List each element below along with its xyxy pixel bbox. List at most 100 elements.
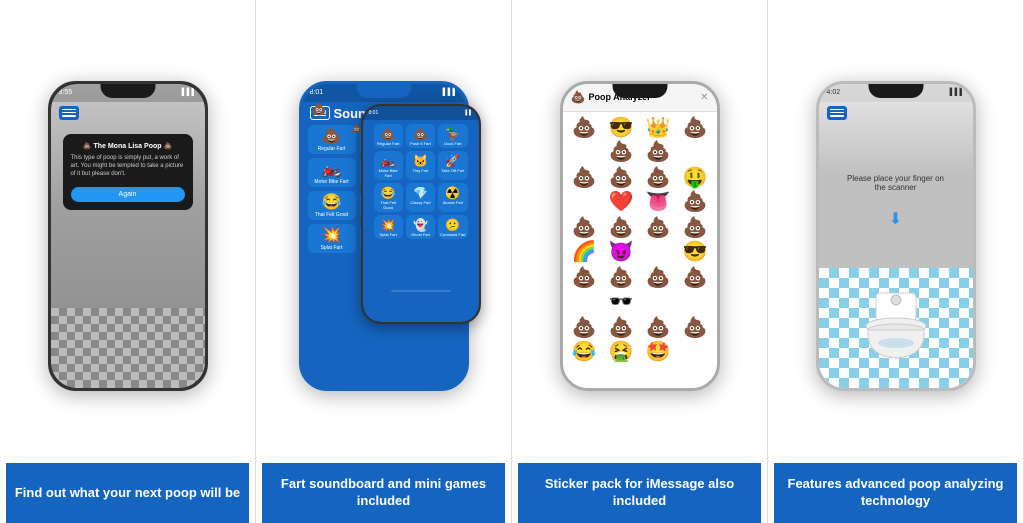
sticker-item[interactable]: 👑💩 <box>641 116 676 164</box>
phone-screen-3: 💩 Poop Analyzer ✕ 💩😎💩👑💩💩💩💩❤️💩👅🤑💩💩🌈💩😈💩💩😎💩… <box>563 84 717 388</box>
screen4-background: 4:02 ▌▌▌ Please place your finger on the… <box>819 84 973 388</box>
sticker-item[interactable]: 💩❤️ <box>604 166 639 214</box>
sound-label: Regular Fart <box>318 146 346 152</box>
phone-notch-2 <box>356 84 411 98</box>
sticker-item[interactable]: 💩😂 <box>567 316 602 364</box>
sound-item[interactable]: 🏍️Motor Bike Fart <box>308 158 356 187</box>
sound-label-2: Take Off Fart <box>441 168 464 173</box>
battery-1: ▌▌▌ <box>182 89 197 96</box>
time-1: 3:55 <box>59 89 73 96</box>
sticker-item[interactable]: 💩 <box>678 116 713 164</box>
sound-emoji-2: 👻 <box>413 219 428 231</box>
sound-label: Splat Fart <box>321 245 343 251</box>
caption-text-1: Find out what your next poop will be <box>15 485 240 502</box>
caption-text-2: Fart soundboard and mini games included <box>270 476 497 510</box>
sound-item-2[interactable]: 🏍️Motor Bike Fart <box>374 151 403 180</box>
sound-label-2: That Felt Good <box>376 200 401 210</box>
sound-emoji-2: 💎 <box>413 187 428 199</box>
sticker-item[interactable]: 💩👅 <box>641 166 676 214</box>
time-2: 8:01 <box>310 89 324 96</box>
sound-item[interactable]: 💥Splat Fart <box>308 224 356 253</box>
sound-item-2[interactable]: 😂That Felt Good <box>374 183 403 212</box>
sound-label-2: Confused Fart <box>440 232 465 237</box>
sound-emoji: 🏍️ <box>322 162 342 178</box>
sticker-item[interactable]: 💩 <box>641 266 676 314</box>
caption-text-3: Sticker pack for iMessage also included <box>526 476 753 510</box>
sticker-item[interactable]: 💩🌈 <box>567 216 602 264</box>
poop-float-3: 💩 <box>352 124 362 133</box>
phone-1: 3:55 ▌▌▌ 💩 The Mona Lisa Poop 💩 This typ… <box>48 81 208 391</box>
sticker-item[interactable]: 💩 <box>678 316 713 364</box>
phone-screen-1: 3:55 ▌▌▌ 💩 The Mona Lisa Poop 💩 This typ… <box>51 84 205 388</box>
sound-emoji: 😂 <box>322 195 342 211</box>
sticker-item[interactable]: 💩 <box>567 116 602 164</box>
phone-screen-4: 4:02 ▌▌▌ Please place your finger on the… <box>819 84 973 388</box>
sticker-item[interactable]: 😎💩 <box>604 116 639 164</box>
sound-item-2[interactable]: 💥Splat Fart <box>374 215 403 239</box>
screen4-header <box>819 102 973 124</box>
sound-label-2: Duck Fart <box>444 141 461 146</box>
toilet-image <box>846 288 946 368</box>
sound-label-2: Atomic Fart <box>443 200 463 205</box>
phone-wrapper-3: 💩 Poop Analyzer ✕ 💩😎💩👑💩💩💩💩❤️💩👅🤑💩💩🌈💩😈💩💩😎💩… <box>518 8 761 463</box>
sound-emoji-2: 😕 <box>445 219 460 231</box>
sound-label: Motor Bike Fart <box>314 179 348 185</box>
sound-label-2: Push It Fart <box>410 141 431 146</box>
sound-emoji-2: ☢️ <box>445 187 460 199</box>
battery-4: ▌▌▌ <box>950 89 965 96</box>
screen1-header <box>51 102 205 124</box>
sticker-item[interactable]: 💩😎 <box>678 216 713 264</box>
sound-item-2[interactable]: 🚀Take Off Fart <box>438 151 467 180</box>
sound-item-2[interactable]: 😕Confused Fart <box>438 215 467 239</box>
sticker-item[interactable]: 💩😈 <box>604 216 639 264</box>
sticker-item[interactable]: 💩 <box>567 166 602 214</box>
sound-emoji: 💩 <box>322 129 342 145</box>
sticker-item[interactable]: 💩🤩 <box>641 316 676 364</box>
close-icon[interactable]: ✕ <box>700 92 708 103</box>
sound-item-2[interactable]: 💎Classy Fart <box>406 183 435 212</box>
menu-icon[interactable] <box>59 106 79 120</box>
sticker-grid: 💩😎💩👑💩💩💩💩❤️💩👅🤑💩💩🌈💩😈💩💩😎💩💩🕶️💩💩💩😂💩🤮💩🤩💩 <box>563 112 717 368</box>
time-4: 4:02 <box>827 89 841 96</box>
result-card: 💩 The Mona Lisa Poop 💩 This type of poop… <box>63 134 193 210</box>
panel-4: 4:02 ▌▌▌ Please place your finger on the… <box>768 0 1024 523</box>
sound-label-2: Tiny Fart <box>413 168 429 173</box>
arrow-down-icon: ⬇ <box>889 209 902 229</box>
sound-emoji-2: 💩 <box>413 128 428 140</box>
sound-label: That Felt Good <box>315 212 348 218</box>
again-button[interactable]: Again <box>71 187 185 202</box>
panel-1: 3:55 ▌▌▌ 💩 The Mona Lisa Poop 💩 This typ… <box>0 0 256 523</box>
phone-wrapper-1: 3:55 ▌▌▌ 💩 The Mona Lisa Poop 💩 This typ… <box>6 8 249 463</box>
panel-2: 8:01 ▌▌▌ 💩 💩 💩 128 Soundboard <box>256 0 512 523</box>
sticker-item[interactable]: 💩 <box>567 266 602 314</box>
sticker-item[interactable]: 💩🤮 <box>604 316 639 364</box>
poop-float-1: 💩 <box>312 102 327 116</box>
sound-item[interactable]: 😂That Felt Good <box>308 191 356 220</box>
phone-4: 4:02 ▌▌▌ Please place your finger on the… <box>816 81 976 391</box>
phone-wrapper-2: 8:01 ▌▌▌ 💩 💩 💩 128 Soundboard <box>262 8 505 463</box>
sound-item-2[interactable]: ☢️Atomic Fart <box>438 183 467 212</box>
sticker-item[interactable]: 💩 <box>678 266 713 314</box>
sound-item-2[interactable]: 💩Push It Fart <box>406 124 435 148</box>
caption-bar-2: Fart soundboard and mini games included <box>262 463 505 523</box>
screen3-background: 💩 Poop Analyzer ✕ 💩😎💩👑💩💩💩💩❤️💩👅🤑💩💩🌈💩😈💩💩😎💩… <box>563 84 717 388</box>
sound-item-2[interactable]: 💩Regular Fart <box>374 124 403 148</box>
sound-label-2: Motor Bike Fart <box>376 168 401 178</box>
phone-wrapper-4: 4:02 ▌▌▌ Please place your finger on the… <box>774 8 1017 463</box>
sound-emoji: 💥 <box>322 228 342 244</box>
sound-item-2[interactable]: 👻Ghost Fart <box>406 215 435 239</box>
menu-icon-4[interactable] <box>827 106 847 120</box>
sound-item-2[interactable]: 🦆Duck Fart <box>438 124 467 148</box>
sound-item[interactable]: 💩Regular Fart <box>308 125 356 154</box>
sound-item-2[interactable]: 🐱Tiny Fart <box>406 151 435 180</box>
sticker-item[interactable]: 💩🕶️ <box>604 266 639 314</box>
sound-emoji-2: 🦆 <box>445 128 460 140</box>
sound-emoji-2: 🐱 <box>413 155 428 167</box>
sticker-item[interactable]: 🤑💩 <box>678 166 713 214</box>
caption-bar-4: Features advanced poop analyzing technol… <box>774 463 1017 523</box>
sticker-item[interactable]: 💩 <box>641 216 676 264</box>
result-title: 💩 The Mona Lisa Poop 💩 <box>71 142 185 150</box>
panel-3: 💩 Poop Analyzer ✕ 💩😎💩👑💩💩💩💩❤️💩👅🤑💩💩🌈💩😈💩💩😎💩… <box>512 0 768 523</box>
caption-bar-1: Find out what your next poop will be <box>6 463 249 523</box>
phone-2: 8:01 ▌▌▌ 💩 💩 💩 128 Soundboard <box>299 81 469 391</box>
